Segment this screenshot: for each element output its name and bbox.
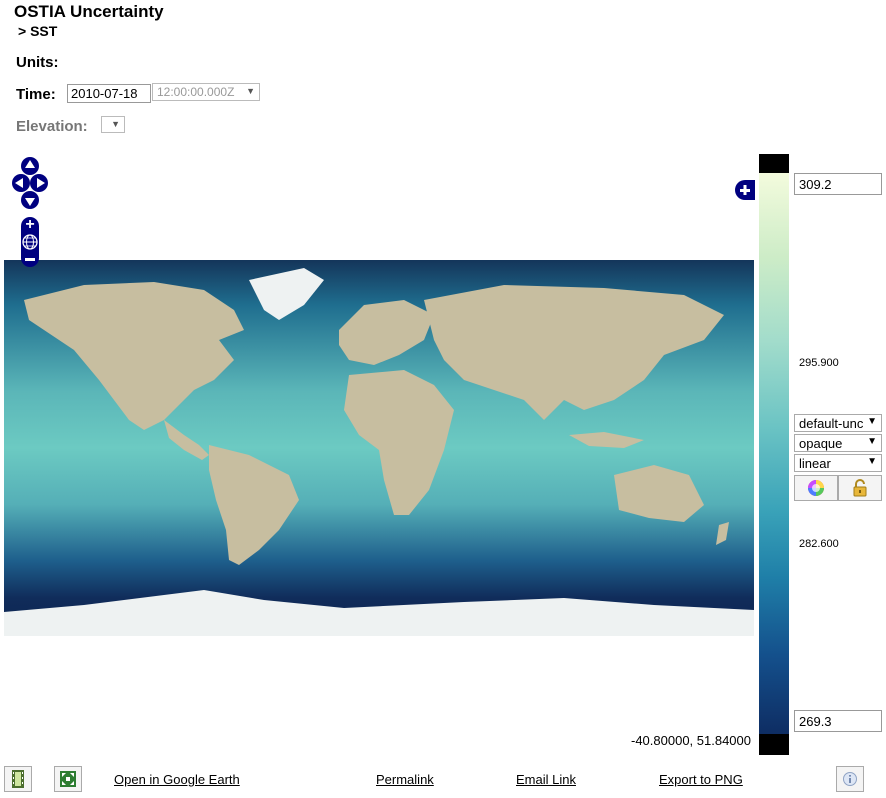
chevron-down-icon: ▼ bbox=[111, 119, 120, 129]
palette-button[interactable] bbox=[794, 475, 838, 501]
info-button[interactable] bbox=[836, 766, 864, 792]
animation-button[interactable] bbox=[4, 766, 32, 792]
time-select-value: 12:00:00.000Z bbox=[157, 85, 235, 99]
chevron-down-icon: ▼ bbox=[867, 416, 877, 427]
scale-mid-high-label: 295.900 bbox=[799, 357, 839, 369]
palette-select-value: default-unc bbox=[799, 416, 864, 431]
info-icon bbox=[843, 772, 857, 786]
units-label: Units: bbox=[16, 54, 59, 71]
date-input[interactable] bbox=[67, 84, 151, 103]
chevron-down-icon: ▼ bbox=[246, 86, 255, 96]
scale-min-input[interactable] bbox=[794, 710, 882, 732]
colorbar-below-min bbox=[759, 734, 789, 755]
layer-subtitle: > SST bbox=[18, 23, 58, 39]
scale-max-input[interactable] bbox=[794, 173, 882, 195]
scale-mid-low-label: 282.600 bbox=[799, 538, 839, 550]
scale-select-value: linear bbox=[799, 456, 831, 471]
layer-title: OSTIA Uncertainty bbox=[14, 2, 164, 21]
google-earth-link[interactable]: Open in Google Earth bbox=[114, 772, 240, 787]
time-select[interactable]: 12:00:00.000Z ▼ bbox=[152, 83, 260, 101]
lock-scale-button[interactable] bbox=[838, 475, 882, 501]
film-icon bbox=[12, 770, 24, 788]
plus-icon[interactable] bbox=[735, 180, 755, 200]
palette-select[interactable]: default-unc ▼ bbox=[794, 414, 882, 432]
coordinates-readout: -40.80000, 51.84000 bbox=[631, 733, 751, 748]
world-map[interactable] bbox=[4, 260, 754, 636]
elevation-select[interactable]: ▼ bbox=[101, 116, 125, 133]
opacity-select[interactable]: opaque ▼ bbox=[794, 434, 882, 452]
pan-arrows-icon[interactable] bbox=[12, 156, 48, 210]
globe-icon[interactable] bbox=[21, 233, 39, 251]
time-label: Time: bbox=[16, 86, 56, 103]
permalink-link[interactable]: Permalink bbox=[376, 772, 434, 787]
lock-icon bbox=[853, 479, 867, 497]
expand-icon bbox=[60, 771, 76, 787]
color-wheel-icon bbox=[808, 480, 824, 496]
opacity-select-value: opaque bbox=[799, 436, 843, 451]
colorbar bbox=[759, 173, 789, 734]
zoom-in-icon[interactable]: + bbox=[21, 216, 39, 234]
chevron-down-icon: ▼ bbox=[867, 456, 877, 467]
fullscreen-button[interactable] bbox=[54, 766, 82, 792]
map-viewport[interactable] bbox=[4, 260, 754, 636]
email-link[interactable]: Email Link bbox=[516, 772, 576, 787]
colorbar-above-max bbox=[759, 154, 789, 173]
zoom-out-icon[interactable] bbox=[21, 251, 39, 267]
export-png-link[interactable]: Export to PNG bbox=[659, 772, 743, 787]
chevron-down-icon: ▼ bbox=[867, 436, 877, 447]
elevation-label: Elevation: bbox=[16, 118, 88, 135]
scale-select[interactable]: linear ▼ bbox=[794, 454, 882, 472]
